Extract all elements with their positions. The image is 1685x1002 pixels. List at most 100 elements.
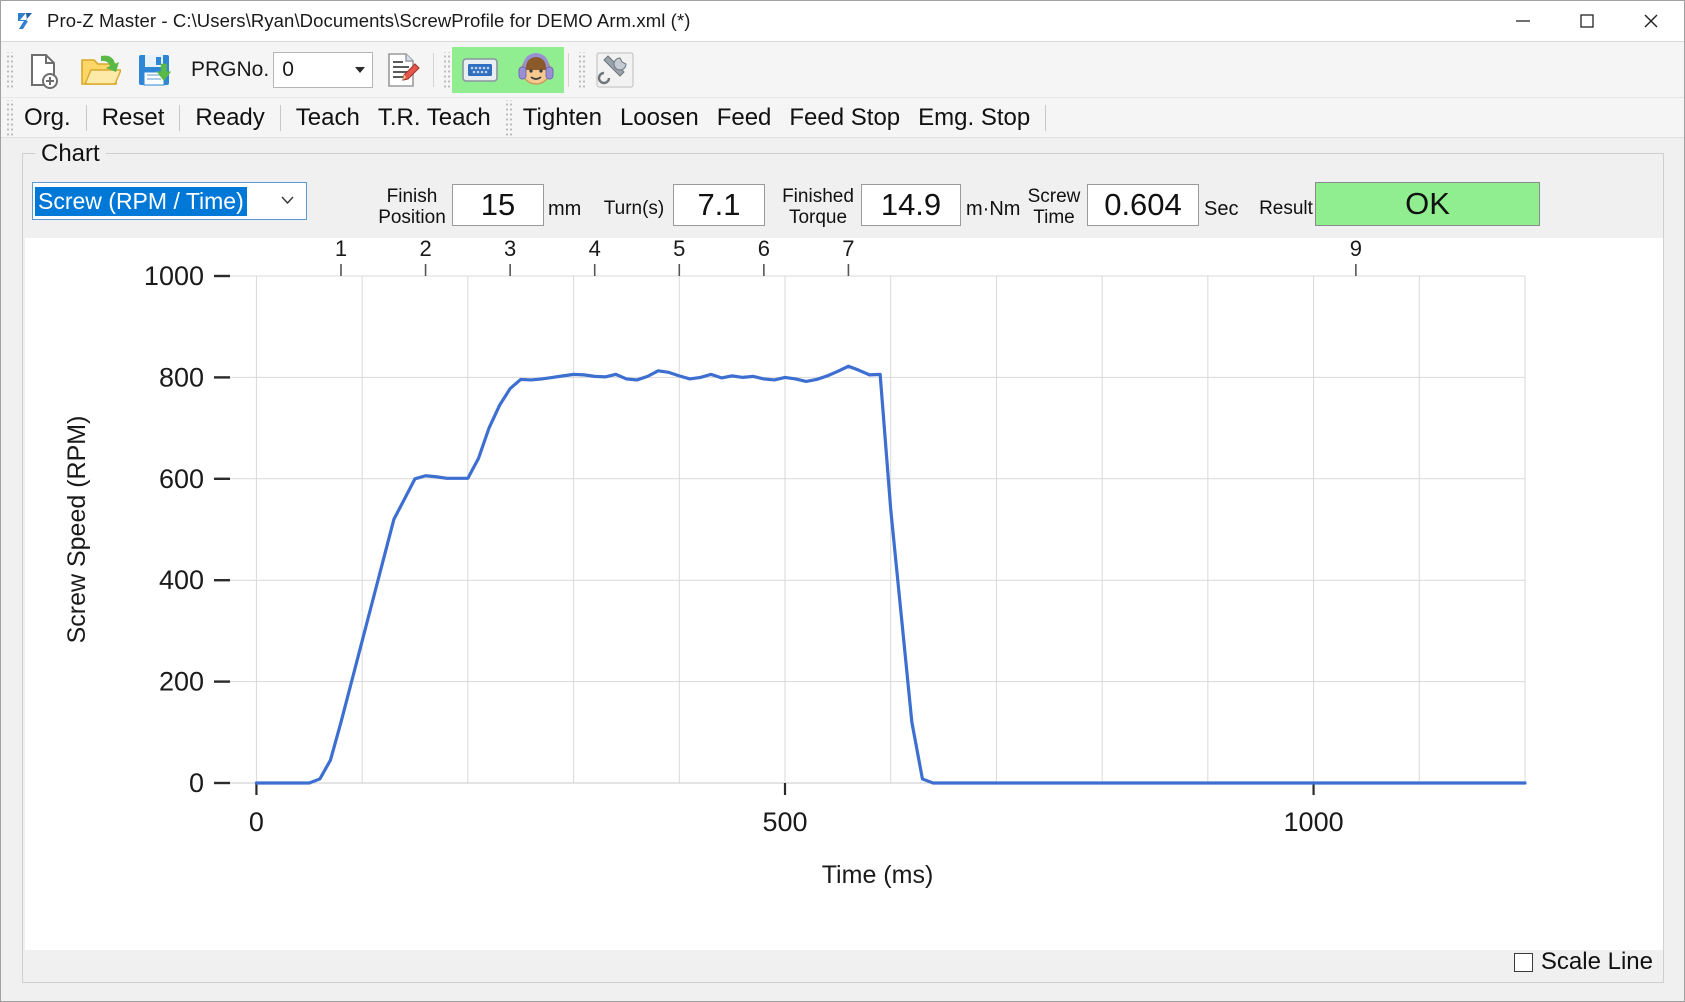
finish-position-label: Finish Position	[376, 186, 448, 228]
save-disk-icon	[139, 54, 172, 85]
chart-type-select[interactable]: Screw (RPM / Time)	[32, 182, 307, 220]
edit-document-icon	[388, 52, 420, 87]
turns-value-box: 7.1	[673, 184, 765, 226]
svg-text:500: 500	[762, 807, 807, 837]
turns-value: 7.1	[697, 187, 741, 222]
window-controls	[1491, 1, 1683, 40]
finished-torque-label: Finished Torque	[779, 186, 857, 228]
finished-torque-value: 14.9	[880, 187, 942, 222]
command-separator	[85, 104, 87, 131]
main-toolbar: PRGNo. 0	[1, 42, 1684, 98]
finished-torque-value-box: 14.9	[861, 184, 961, 226]
cmd-tr-teach-button[interactable]: T.R. Teach	[369, 99, 500, 137]
command-bar: Org. Reset Ready Teach T.R. Teach Tighte…	[1, 98, 1684, 138]
chart-group-title: Chart	[35, 140, 106, 168]
prgno-value: 0	[282, 57, 294, 81]
tools-settings-button[interactable]	[587, 47, 643, 93]
svg-text:400: 400	[159, 565, 204, 595]
chevron-down-icon	[355, 66, 366, 73]
command-separator	[179, 104, 181, 131]
cmd-tighten-button[interactable]: Tighten	[514, 99, 611, 137]
svg-text:0: 0	[249, 807, 264, 837]
toolbar-separator	[433, 52, 435, 87]
command-bar-grip[interactable]	[5, 99, 13, 136]
save-file-button[interactable]	[127, 47, 183, 93]
svg-text:4: 4	[589, 238, 601, 261]
chart-x-axis-title: Time (ms)	[822, 861, 934, 889]
screw-time-value-box: 0.604	[1087, 184, 1199, 226]
new-file-button[interactable]	[15, 47, 71, 93]
minimize-button[interactable]	[1491, 1, 1555, 40]
window-title: Pro-Z Master - C:\Users\Ryan\Documents\S…	[47, 10, 691, 31]
finish-position-unit: mm	[548, 198, 582, 220]
cmd-teach-button[interactable]: Teach	[287, 99, 369, 137]
screw-time-unit: Sec	[1204, 198, 1239, 220]
toolbar-separator	[568, 52, 570, 87]
chevron-down-icon	[281, 196, 294, 204]
chart-group-box: Chart Screw (RPM / Time) Finish Position…	[22, 140, 1665, 983]
svg-text:9: 9	[1350, 238, 1362, 261]
chart-y-tick-labels: 0 200 400 600 800 1000	[144, 261, 204, 798]
svg-text:7: 7	[842, 238, 854, 261]
result-value: OK	[1405, 186, 1450, 221]
finish-position-value-box: 15	[452, 184, 544, 226]
new-file-icon	[31, 53, 58, 89]
chart-type-value: Screw (RPM / Time)	[35, 186, 247, 216]
toolbar-grip[interactable]	[577, 51, 586, 88]
prgno-combobox[interactable]: 0	[273, 51, 374, 88]
monitor-icon	[462, 57, 498, 82]
svg-text:200: 200	[159, 667, 204, 697]
title-bar: Pro-Z Master - C:\Users\Ryan\Documents\S…	[1, 1, 1684, 41]
scale-line-option[interactable]: Scale Line	[1513, 948, 1653, 976]
svg-text:1: 1	[335, 238, 347, 261]
prgno-label: PRGNo.	[191, 57, 270, 81]
screw-time-value: 0.604	[1104, 187, 1182, 222]
monitor-view-button[interactable]	[452, 46, 509, 93]
svg-text:6: 6	[758, 238, 770, 261]
chart-gridlines	[230, 275, 1526, 784]
open-file-button[interactable]	[71, 47, 127, 93]
finished-torque-label-line2: Torque	[788, 207, 848, 228]
cmd-feed-button[interactable]: Feed	[708, 99, 781, 137]
svg-text:1000: 1000	[144, 261, 204, 291]
edit-program-button[interactable]	[373, 47, 429, 93]
chart-svg: 0 200 400 600 800 1000 0 500 1000 1 2 3 4 5 6 7 9 Scre…	[63, 238, 1527, 889]
app-logo-icon	[15, 11, 35, 31]
cmd-feed-stop-button[interactable]: Feed Stop	[780, 99, 909, 137]
cmd-reset-button[interactable]: Reset	[93, 99, 174, 137]
operator-headset-icon	[518, 52, 554, 85]
screw-time-label: Screw Time	[1023, 186, 1085, 228]
scale-line-label: Scale Line	[1540, 948, 1653, 975]
svg-text:600: 600	[159, 464, 204, 494]
result-status-badge: OK	[1315, 182, 1540, 226]
readout-row: Screw (RPM / Time) Finish Position 15 mm…	[23, 176, 1665, 234]
svg-text:2: 2	[419, 238, 431, 261]
cmd-loosen-button[interactable]: Loosen	[611, 99, 708, 137]
scale-line-checkbox[interactable]	[1513, 952, 1533, 972]
finish-position-label-line2: Position	[378, 207, 446, 228]
screw-time-label-line1: Screw	[1027, 186, 1081, 207]
command-bar-grip[interactable]	[503, 99, 512, 136]
finish-position-label-line1: Finish	[386, 186, 438, 207]
tools-icon	[596, 52, 634, 87]
cmd-emg-stop-button[interactable]: Emg. Stop	[909, 99, 1039, 137]
cmd-org-button[interactable]: Org.	[15, 99, 80, 137]
turns-label: Turn(s)	[603, 198, 665, 219]
open-folder-icon	[81, 55, 121, 85]
cmd-ready-button[interactable]: Ready	[186, 99, 273, 137]
operator-mode-button[interactable]	[508, 46, 565, 93]
finished-torque-label-line1: Finished	[782, 186, 854, 207]
toolbar-grip[interactable]	[442, 51, 451, 88]
result-label: Result	[1259, 198, 1313, 219]
chart-x-tick-labels: 0 500 1000	[249, 807, 1344, 837]
chart-plot-area[interactable]: 0 200 400 600 800 1000 0 500 1000 1 2 3 4 5 6 7 9 Scre…	[25, 238, 1663, 950]
finish-position-value: 15	[480, 187, 516, 222]
svg-text:0: 0	[189, 768, 204, 798]
chart-step-markers: 1 2 3 4 5 6 7 9	[335, 238, 1362, 276]
command-separator	[279, 104, 281, 131]
svg-text:800: 800	[159, 362, 204, 392]
maximize-button[interactable]	[1555, 1, 1619, 40]
finished-torque-unit: m·Nm	[966, 198, 1021, 220]
close-button[interactable]	[1619, 1, 1683, 40]
toolbar-grip[interactable]	[5, 51, 13, 88]
